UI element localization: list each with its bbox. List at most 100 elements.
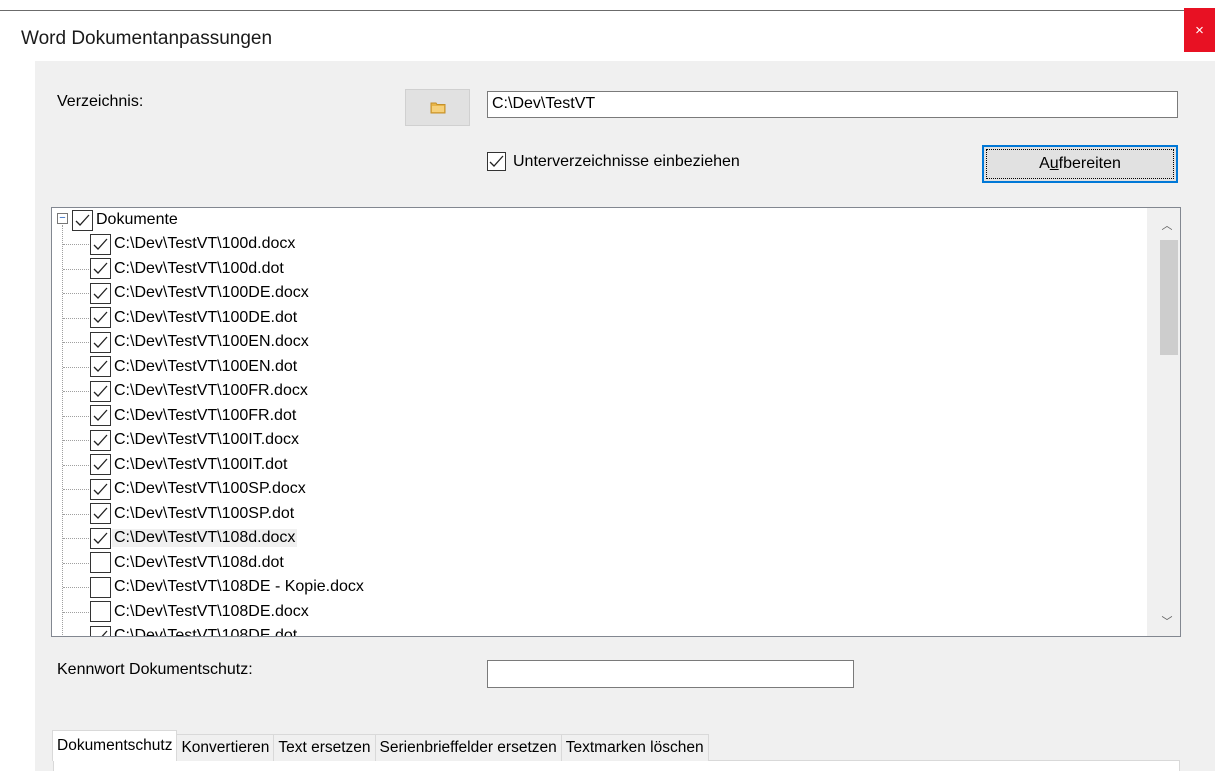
scroll-thumb[interactable] bbox=[1160, 240, 1178, 355]
tree-item[interactable]: C:\Dev\TestVT\108d.dot bbox=[90, 551, 286, 575]
tree-item-checkbox[interactable] bbox=[90, 331, 111, 353]
tree-item-label: C:\Dev\TestVT\100IT.docx bbox=[114, 431, 299, 448]
tree-guide-branch bbox=[63, 440, 89, 441]
tree-guide-branch bbox=[63, 244, 89, 245]
checkmark-icon bbox=[93, 507, 108, 519]
tree-item-checkbox[interactable] bbox=[90, 233, 111, 255]
tree-item[interactable]: C:\Dev\TestVT\108DE.dot bbox=[90, 624, 299, 637]
checkmark-icon bbox=[93, 287, 108, 299]
tree-item-checkbox[interactable] bbox=[90, 454, 111, 475]
tab-text-ersetzen[interactable]: Text ersetzen bbox=[273, 734, 376, 761]
directory-input[interactable]: C:\Dev\TestVT bbox=[487, 91, 1178, 118]
tree-root-node[interactable]: Dokumente bbox=[72, 208, 180, 232]
document-tree[interactable]: − Dokumente C:\Dev\TestVT\100d.docx C:\De… bbox=[51, 207, 1181, 637]
tree-item-checkbox[interactable] bbox=[90, 258, 111, 279]
tree-item[interactable]: C:\Dev\TestVT\100SP.docx bbox=[90, 477, 308, 501]
include-subdirs-checkbox[interactable]: Unterverzeichnisse einbeziehen bbox=[487, 152, 740, 171]
scroll-down-icon[interactable]: ﹀ bbox=[1157, 613, 1177, 629]
checkmark-icon bbox=[93, 409, 108, 421]
tree-item-checkbox[interactable] bbox=[90, 405, 111, 426]
tree-item-checkbox[interactable] bbox=[90, 380, 111, 402]
tree-item-label: C:\Dev\TestVT\100d.docx bbox=[114, 235, 296, 252]
tree-guide-branch bbox=[63, 342, 89, 343]
process-label-part: fbereiten bbox=[1058, 155, 1121, 172]
tree-guide-line bbox=[62, 225, 63, 636]
checkmark-icon bbox=[93, 532, 108, 544]
tree-item[interactable]: C:\Dev\TestVT\100d.docx bbox=[90, 232, 297, 256]
tree-root-checkbox[interactable] bbox=[72, 209, 93, 231]
checkmark-icon bbox=[93, 238, 108, 250]
tree-item-label: C:\Dev\TestVT\108DE.dot bbox=[114, 627, 298, 637]
browse-folder-button[interactable] bbox=[405, 89, 470, 126]
tree-item-label: C:\Dev\TestVT\100FR.dot bbox=[114, 406, 297, 424]
window-title: Word Dokumentanpassungen bbox=[21, 28, 273, 49]
tree-guide-branch bbox=[63, 489, 89, 490]
collapse-toggle[interactable]: − bbox=[57, 213, 68, 224]
tree-item-checkbox[interactable] bbox=[90, 478, 111, 500]
tree-item-label: C:\Dev\TestVT\100d.dot bbox=[114, 259, 284, 277]
tree-item-label: C:\Dev\TestVT\100SP.dot bbox=[114, 504, 295, 522]
tree-item-label: C:\Dev\TestVT\100DE.dot bbox=[114, 308, 298, 326]
tree-item[interactable]: C:\Dev\TestVT\100EN.dot bbox=[90, 355, 299, 379]
tab-textmarken-löschen[interactable]: Textmarken löschen bbox=[560, 734, 709, 761]
tab-serienbrieffelder-ersetzen[interactable]: Serienbrieffelder ersetzen bbox=[374, 734, 562, 761]
tree-item-label: C:\Dev\TestVT\100DE.docx bbox=[114, 284, 309, 301]
tree-item-checkbox[interactable] bbox=[90, 307, 111, 328]
tree-item-checkbox[interactable] bbox=[90, 552, 111, 573]
process-button[interactable]: Aufbereiten bbox=[982, 145, 1178, 183]
tree-item[interactable]: C:\Dev\TestVT\108DE - Kopie.docx bbox=[90, 575, 366, 599]
tree-item-checkbox[interactable] bbox=[90, 576, 111, 598]
tree-guide-branch bbox=[63, 268, 89, 270]
tree-item-label: C:\Dev\TestVT\100SP.docx bbox=[114, 480, 306, 497]
process-label-accelerator: u bbox=[1049, 155, 1059, 172]
tree-item[interactable]: C:\Dev\TestVT\100FR.dot bbox=[90, 404, 298, 428]
tree-item-label: C:\Dev\TestVT\108DE.docx bbox=[114, 602, 309, 620]
checkmark-icon bbox=[75, 214, 90, 226]
checkbox-box[interactable] bbox=[487, 152, 506, 171]
tree-item-checkbox[interactable] bbox=[90, 429, 111, 451]
tree-item[interactable]: C:\Dev\TestVT\100SP.dot bbox=[90, 502, 296, 526]
tree-item[interactable]: C:\Dev\TestVT\100DE.dot bbox=[90, 306, 299, 330]
tree-root-label: Dokumente bbox=[96, 211, 178, 228]
process-button-label: Aufbereiten bbox=[1039, 155, 1121, 173]
title-bar[interactable]: Word Dokumentanpassungen bbox=[0, 11, 1215, 61]
include-subdirs-label: Unterverzeichnisse einbeziehen bbox=[513, 152, 740, 170]
scroll-up-icon[interactable]: ︿ bbox=[1157, 217, 1177, 233]
tree-item-checkbox[interactable] bbox=[90, 503, 111, 524]
password-input[interactable] bbox=[487, 660, 854, 688]
tree-item[interactable]: C:\Dev\TestVT\100DE.docx bbox=[90, 281, 311, 305]
close-button[interactable]: × bbox=[1184, 8, 1215, 52]
checkmark-icon bbox=[93, 458, 108, 470]
checkmark-icon bbox=[93, 360, 108, 372]
tree-item-checkbox[interactable] bbox=[90, 356, 111, 377]
tree-scrollbar[interactable]: ︿ ﹀ bbox=[1147, 208, 1180, 636]
checkmark-icon bbox=[93, 483, 108, 495]
tree-item-checkbox[interactable] bbox=[90, 282, 111, 304]
tree-guide-branch bbox=[63, 415, 89, 417]
tree-item[interactable]: C:\Dev\TestVT\100FR.docx bbox=[90, 379, 310, 403]
close-icon: × bbox=[1195, 21, 1204, 39]
tree-item[interactable]: C:\Dev\TestVT\100d.dot bbox=[90, 257, 286, 281]
tree-item[interactable]: C:\Dev\TestVT\100IT.dot bbox=[90, 453, 289, 477]
tree-item-label: C:\Dev\TestVT\108d.docx bbox=[112, 529, 298, 547]
tree-item[interactable]: C:\Dev\TestVT\100IT.docx bbox=[90, 428, 301, 452]
tab-panel bbox=[53, 760, 1180, 771]
tree-guide-branch bbox=[63, 293, 89, 294]
tree-guide-branch bbox=[63, 587, 89, 588]
tree-item[interactable]: C:\Dev\TestVT\108DE.docx bbox=[90, 600, 311, 624]
checkmark-icon bbox=[93, 434, 108, 446]
tree-item-checkbox[interactable] bbox=[90, 527, 111, 549]
tab-konvertieren[interactable]: Konvertieren bbox=[176, 734, 275, 761]
tree-item-checkbox[interactable] bbox=[90, 625, 111, 636]
tree-item-label: C:\Dev\TestVT\100EN.docx bbox=[114, 333, 309, 350]
tree-item-checkbox[interactable] bbox=[90, 601, 111, 622]
tree-item[interactable]: C:\Dev\TestVT\100EN.docx bbox=[90, 330, 311, 354]
tree-guide-branch bbox=[63, 611, 89, 613]
tab-dokumentschutz[interactable]: Dokumentschutz bbox=[52, 730, 178, 761]
tree-item-label: C:\Dev\TestVT\100FR.docx bbox=[114, 382, 308, 399]
tree-item[interactable]: C:\Dev\TestVT\108d.docx bbox=[90, 526, 298, 550]
tree-guide-branch bbox=[63, 513, 89, 515]
process-label-part: A bbox=[1039, 155, 1050, 172]
checkmark-icon bbox=[93, 262, 108, 274]
password-label: Kennwort Dokumentschutz: bbox=[57, 661, 253, 678]
